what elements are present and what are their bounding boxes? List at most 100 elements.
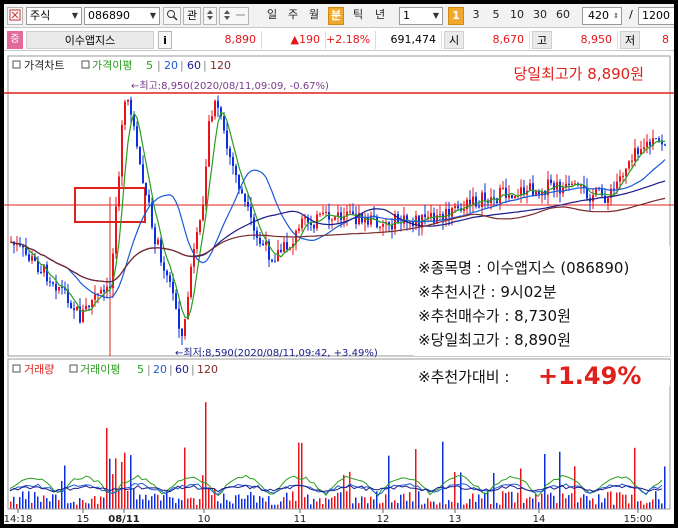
volume-bar (385, 494, 387, 509)
volume-bar (370, 496, 372, 509)
volume-bar (397, 503, 399, 509)
market-type-select[interactable]: 주식 ▼ (26, 7, 82, 25)
interval-30[interactable]: 30 (530, 7, 550, 25)
interval-select[interactable]: 1 ▼ (399, 7, 443, 25)
candle-body (247, 201, 249, 207)
candle-body (445, 208, 447, 221)
info-button[interactable]: i (158, 31, 172, 49)
volume-bar (115, 458, 117, 509)
candle-body (73, 308, 75, 311)
interval-3[interactable]: 3 (468, 7, 484, 25)
interval-1[interactable]: 1 (448, 7, 464, 25)
candle-body (472, 196, 474, 205)
scroll-stepper[interactable] (219, 7, 249, 25)
count-separator: / (629, 8, 633, 21)
volume-bar (25, 499, 27, 509)
volume-bar (145, 494, 147, 509)
volume-bar (481, 498, 483, 509)
volume-bar (595, 504, 597, 509)
interval-5[interactable]: 5 (488, 7, 504, 25)
x-tick-label: 15:00 (624, 514, 653, 524)
chevron-down-icon: ▼ (71, 11, 78, 20)
stepper-button[interactable] (203, 7, 217, 25)
volume-bar (604, 498, 606, 509)
watchlist-button[interactable]: 관 (183, 7, 201, 25)
info-stock-name: ※종목명 : 이수앱지스 (086890) (418, 259, 629, 277)
volume-bar (142, 499, 144, 509)
volume-bar (124, 452, 126, 509)
market-type-value: 주식 (30, 9, 51, 22)
candle-body (298, 228, 300, 231)
candle-body (127, 99, 129, 102)
volume-bar (472, 493, 474, 509)
volume-bar (649, 502, 651, 509)
candle-body (136, 126, 138, 147)
candle-body (631, 160, 633, 162)
volume-bar (523, 502, 525, 509)
volume-bar (544, 453, 546, 509)
volume-bar (364, 497, 366, 509)
stock-code-input[interactable]: 086890 ▼ (84, 7, 160, 25)
change-percent: +2.18% (326, 31, 376, 49)
volume-bar (418, 491, 420, 509)
legend-ma120: 120 (210, 59, 231, 72)
volume-bar (220, 503, 222, 509)
volume-bar (16, 503, 18, 509)
low-annotation: ←최저:8,590(2020/08/11,09:42, +3.49%) (175, 347, 378, 359)
interval-60[interactable]: 60 (553, 7, 573, 25)
candle-body (349, 211, 351, 213)
volume-bar (91, 498, 93, 509)
candle-body (568, 183, 570, 185)
search-button[interactable] (163, 7, 181, 25)
volume-bar (550, 492, 552, 509)
volume-bar (526, 498, 528, 509)
market-flag-icon[interactable] (7, 7, 23, 25)
volume-bar (73, 501, 75, 509)
volume-bar (190, 497, 192, 509)
volume-bar (571, 493, 573, 509)
watchlist-label: 관 (186, 9, 198, 22)
stock-name[interactable]: 이수앱지스 (26, 31, 154, 49)
candle-body (664, 144, 666, 146)
period-day[interactable]: 일 (264, 7, 280, 25)
x-tick-label: 14:18 (4, 514, 32, 524)
volume-bar (598, 494, 600, 509)
candle-body (91, 299, 93, 307)
period-month[interactable]: 월 (306, 7, 322, 25)
volume-bar (586, 495, 588, 509)
volume-bar (94, 496, 96, 509)
volume-bar (181, 500, 183, 509)
x-tick-label: 12 (377, 514, 390, 524)
candle-body (550, 179, 552, 184)
candle-body (85, 305, 87, 310)
open-label: 시 (444, 31, 464, 49)
volume-bar (277, 504, 279, 509)
candle-body (655, 138, 657, 140)
period-week[interactable]: 주 (285, 7, 301, 25)
bar-count-input[interactable]: 420 ⇕ (582, 7, 622, 25)
candle-body (649, 141, 651, 146)
volume-bar (640, 500, 642, 509)
volume-bar (556, 503, 558, 509)
candle-body (40, 271, 42, 273)
high-label: 고 (532, 31, 552, 49)
candle-body (160, 239, 162, 263)
period-minute[interactable]: 분 (328, 7, 344, 25)
volume-bar (106, 427, 108, 509)
interval-10[interactable]: 10 (507, 7, 527, 25)
volume-bar (28, 491, 30, 509)
volume-bar (421, 504, 423, 509)
volume-bar (79, 498, 81, 509)
candle-body (28, 254, 30, 261)
legend-vma120: 120 (197, 363, 218, 376)
candle-body (55, 283, 57, 291)
volume-bar (334, 496, 336, 509)
volume-bar (361, 496, 363, 509)
total-count-input[interactable]: 1200 (638, 7, 674, 25)
stock-chart[interactable]: 가격차트 가격이평 5 | 20 | 60 | 120 ←최고:8,950(20… (4, 52, 674, 524)
period-tick[interactable]: 틱 (350, 7, 366, 25)
volume-bar (292, 491, 294, 509)
volume-bar (118, 490, 120, 509)
period-year[interactable]: 년 (372, 7, 388, 25)
volume-bar (43, 495, 45, 509)
